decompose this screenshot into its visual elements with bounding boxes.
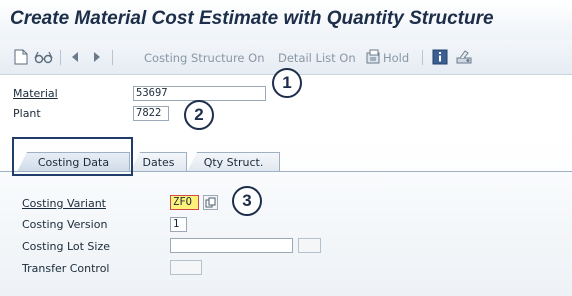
costing-lot-size-field[interactable] <box>170 238 293 253</box>
transfer-control-field[interactable] <box>170 260 202 275</box>
callout-badge-1: 1 <box>272 68 302 98</box>
costing-data-tab-highlight <box>12 137 133 176</box>
tab-dates[interactable]: Dates <box>130 152 187 172</box>
plant-field[interactable]: 7822 <box>133 106 169 121</box>
material-label: Material <box>13 87 58 100</box>
arrow-right-icon[interactable] <box>92 49 102 67</box>
settings-icon[interactable] <box>456 49 474 67</box>
transfer-control-label: Transfer Control <box>22 262 110 275</box>
callout-badge-2: 2 <box>184 100 214 130</box>
info-icon[interactable] <box>432 49 448 67</box>
material-field[interactable]: 53697 <box>133 86 266 101</box>
arrow-left-icon[interactable] <box>70 49 80 67</box>
costing-variant-field[interactable]: ZFO <box>170 195 199 210</box>
plant-label: Plant <box>13 107 41 120</box>
value-help-icon <box>205 197 216 208</box>
toolbar-separator <box>112 50 113 65</box>
toolbar-separator <box>422 50 423 65</box>
glasses-icon[interactable] <box>34 49 54 67</box>
callout-badge-3: 3 <box>232 186 262 216</box>
costing-version-field[interactable]: 1 <box>170 217 187 232</box>
title-bar: Create Material Cost Estimate with Quant… <box>0 0 572 40</box>
costing-data-panel <box>0 172 572 296</box>
new-document-icon[interactable] <box>14 49 28 67</box>
hold-button[interactable]: Hold <box>383 49 409 67</box>
costing-variant-label: Costing Variant <box>22 197 106 210</box>
value-help-button[interactable] <box>203 195 218 210</box>
tab-qty-struct[interactable]: Qty Struct. <box>187 152 280 172</box>
lot-size-unit-field <box>298 238 321 253</box>
costing-lot-size-label: Costing Lot Size <box>22 240 111 253</box>
detail-list-on-button[interactable]: Detail List On <box>278 49 356 67</box>
costing-structure-on-button[interactable]: Costing Structure On <box>144 49 265 67</box>
toolbar-separator <box>60 50 61 65</box>
page-title: Create Material Cost Estimate with Quant… <box>10 8 494 29</box>
hold-icon[interactable] <box>365 49 383 67</box>
costing-version-label: Costing Version <box>22 218 108 231</box>
